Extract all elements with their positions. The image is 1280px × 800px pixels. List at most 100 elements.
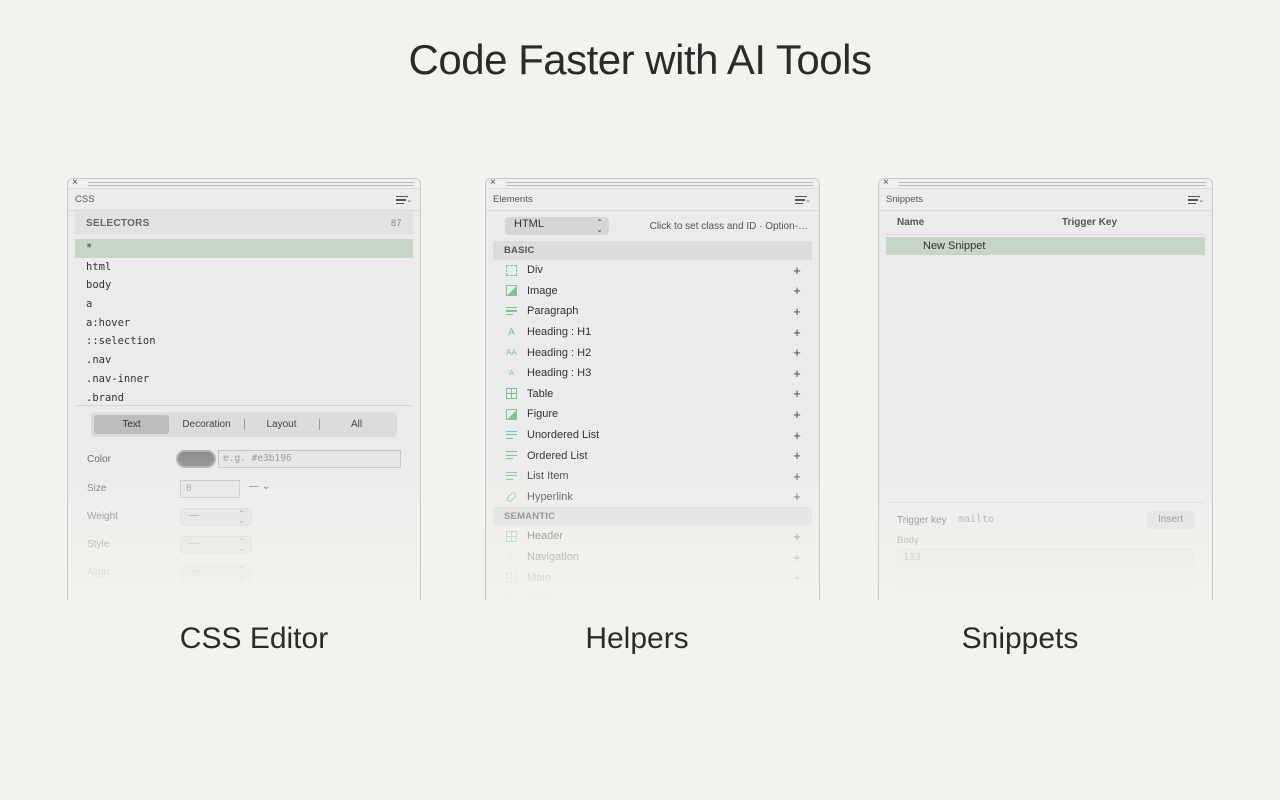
align-select[interactable]: — ⌃ ⌄ [180,564,252,582]
weight-select[interactable]: — ⌃ ⌄ [180,508,252,526]
element-item-heading-h2[interactable]: AA Heading : H2 + [493,342,812,363]
selectors-header: SELECTORS 87 [75,211,413,235]
element-label: Heading : H1 [527,326,592,339]
css-panel-titlebar[interactable]: × [68,179,420,189]
element-item-heading-h3[interactable]: A Heading : H3 + [493,363,812,384]
snippet-row[interactable]: New Snippet [886,237,1205,255]
selector-item[interactable]: * [75,239,413,258]
add-icon[interactable]: + [792,386,802,401]
element-item-figure[interactable]: Figure + [493,404,812,425]
element-item-header[interactable]: Header + [493,526,812,547]
element-label: Table [527,387,554,400]
property-tabs[interactable]: Text Decoration Layout All [91,412,397,437]
menu-icon[interactable]: ⌄ [795,195,811,205]
selector-item[interactable]: a:hover [75,314,413,333]
size-input[interactable]: 0 [180,480,240,498]
language-select[interactable]: HTML ⌃ ⌄ [505,217,609,235]
element-item-unordered-list[interactable]: Unordered List + [493,425,812,446]
tab-text[interactable]: Text [94,415,169,434]
add-icon[interactable]: + [792,591,802,600]
element-item-link[interactable]: Hyperlink + [493,487,812,508]
elements-panel-header: Elements ⌄ [486,189,819,211]
snippets-list: New Snippet [879,237,1212,255]
main-icon [506,572,517,584]
css-panel: × CSS ⌄ SELECTORS 87 * html body a a:hover::… [67,178,421,600]
add-icon[interactable]: + [792,283,802,298]
element-item-paragraph[interactable]: Paragraph + [493,301,812,322]
selector-item[interactable]: html [75,258,413,277]
close-icon[interactable]: × [72,179,78,190]
snippets-panel: × Snippets ⌄ Name Trigger Key New Snippe… [878,178,1213,600]
add-icon[interactable]: + [792,469,802,484]
add-icon[interactable]: + [792,263,802,278]
drag-grip[interactable] [506,182,813,186]
selector-item[interactable]: ::selection [75,332,413,351]
add-icon[interactable]: + [792,448,802,463]
drag-grip[interactable] [88,182,414,186]
selector-item[interactable]: a [75,295,413,314]
style-select[interactable]: — ⌃ ⌄ [180,536,252,554]
body-textarea[interactable]: 133 [897,549,1194,589]
stepper-icon: ⌃ ⌄ [238,565,245,581]
snippets-panel-titlebar[interactable]: × [879,179,1212,189]
selector-item[interactable]: body [75,276,413,295]
add-icon[interactable]: + [792,325,802,340]
column-name[interactable]: Name [886,217,1062,228]
menu-icon[interactable]: ⌄ [396,195,412,205]
size-unit-select[interactable]: — ⌄ [249,481,270,492]
color-input[interactable]: e.g. #e3b196 [218,450,401,468]
heading-h2-icon: AA [506,348,517,358]
element-label: Ordered List [527,449,588,462]
aside-icon [506,592,517,600]
heading-h3-icon: A [509,369,514,377]
snippets-panel-title: Snippets [886,194,923,205]
add-icon[interactable]: + [792,345,802,360]
add-icon[interactable]: + [792,570,802,585]
elements-hint: Click to set class and ID · Option-… [649,220,808,232]
add-icon[interactable]: + [792,428,802,443]
element-item-heading-h1[interactable]: A Heading : H1 + [493,322,812,343]
add-icon[interactable]: + [792,550,802,565]
element-item-table[interactable]: Table + [493,384,812,405]
caption-css-editor: CSS Editor [179,622,329,655]
add-icon[interactable]: + [792,366,802,381]
trigger-key-input[interactable]: mailto [958,514,994,525]
insert-button[interactable]: Insert [1147,511,1194,529]
selector-item[interactable]: .nav [75,351,413,370]
add-icon[interactable]: + [792,407,802,422]
selectors-count: 87 [390,217,402,229]
elements-panel-title: Elements [493,194,533,205]
caption-helpers: Helpers [585,622,689,655]
tab-decoration[interactable]: Decoration [169,415,244,434]
paragraph-icon [506,306,517,317]
element-item-ordered-list[interactable]: Ordered List + [493,445,812,466]
element-item-list-item[interactable]: List Item + [493,466,812,487]
selector-item[interactable]: .brand [75,389,413,406]
column-trigger-key[interactable]: Trigger Key [1062,217,1117,228]
trigger-key-label: Trigger key [897,515,947,526]
element-item-navigation[interactable]: ⑂ Navigation + [493,547,812,568]
selectors-list[interactable]: * html body a a:hover::selection .nav .nav-inn… [75,239,413,405]
snippets-panel-header: Snippets ⌄ [879,189,1212,211]
selector-item[interactable]: .nav-inner [75,370,413,389]
section-basic: BASIC [493,241,812,260]
add-icon[interactable]: + [792,304,802,319]
add-icon[interactable]: + [792,529,802,544]
color-swatch[interactable] [176,450,216,468]
elements-panel-titlebar[interactable]: × [486,179,819,189]
menu-icon[interactable]: ⌄ [1188,195,1204,205]
link-icon [505,490,518,503]
element-label: Main [527,571,551,584]
close-icon[interactable]: × [490,179,496,190]
css-panel-title: CSS [75,194,95,205]
drag-grip[interactable] [899,182,1206,186]
element-item-image[interactable]: Image + [493,281,812,302]
caption-snippets: Snippets [961,622,1079,655]
tab-layout[interactable]: Layout [244,415,319,434]
close-icon[interactable]: × [883,179,889,190]
element-item-main[interactable]: Main + [493,567,812,588]
element-item-aside[interactable]: Aside + [493,588,812,600]
tab-all[interactable]: All [319,415,394,434]
add-icon[interactable]: + [792,489,802,504]
element-item-div[interactable]: Div + [493,260,812,281]
